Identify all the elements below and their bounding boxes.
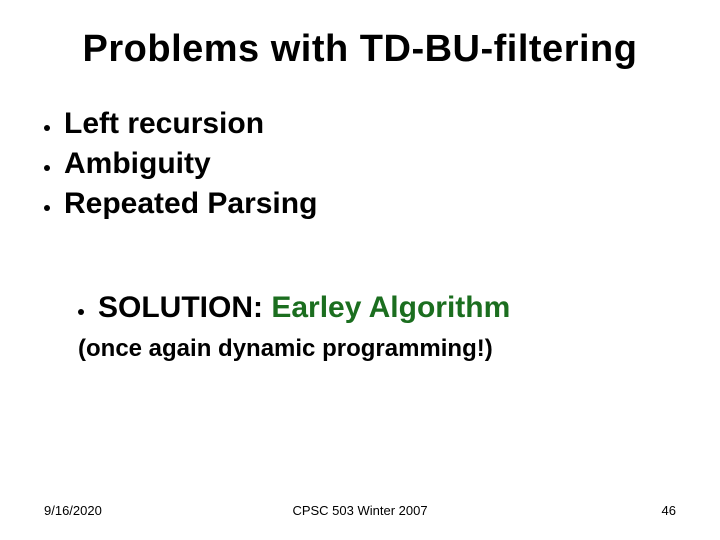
bullet-text: Repeated Parsing — [64, 187, 317, 221]
bullet-text: Left recursion — [64, 107, 264, 141]
solution-label: SOLUTION: — [98, 291, 263, 324]
footer-course: CPSC 503 Winter 2007 — [44, 503, 676, 518]
solution-line: SOLUTION: Earley Algorithm — [98, 291, 510, 325]
bullet-item: Ambiguity — [44, 147, 676, 181]
bullet-text: Ambiguity — [64, 147, 211, 181]
slide: Problems with TD-BU-filtering Left recur… — [0, 0, 720, 540]
slide-footer: 9/16/2020 CPSC 503 Winter 2007 46 — [44, 503, 676, 518]
bullet-dot-icon — [44, 125, 50, 131]
bullet-dot-icon — [44, 205, 50, 211]
solution-bullet: SOLUTION: Earley Algorithm — [78, 291, 676, 325]
slide-title: Problems with TD-BU-filtering — [44, 28, 676, 71]
bullet-dot-icon — [78, 309, 84, 315]
solution-highlight: Earley Algorithm — [271, 291, 510, 324]
bullet-dot-icon — [44, 165, 50, 171]
solution-parenthetical: (once again dynamic programming!) — [78, 335, 676, 363]
bullet-list: Left recursion Ambiguity Repeated Parsin… — [44, 107, 676, 221]
bullet-item: Repeated Parsing — [44, 187, 676, 221]
bullet-item: Left recursion — [44, 107, 676, 141]
solution-block: SOLUTION: Earley Algorithm (once again d… — [44, 291, 676, 363]
